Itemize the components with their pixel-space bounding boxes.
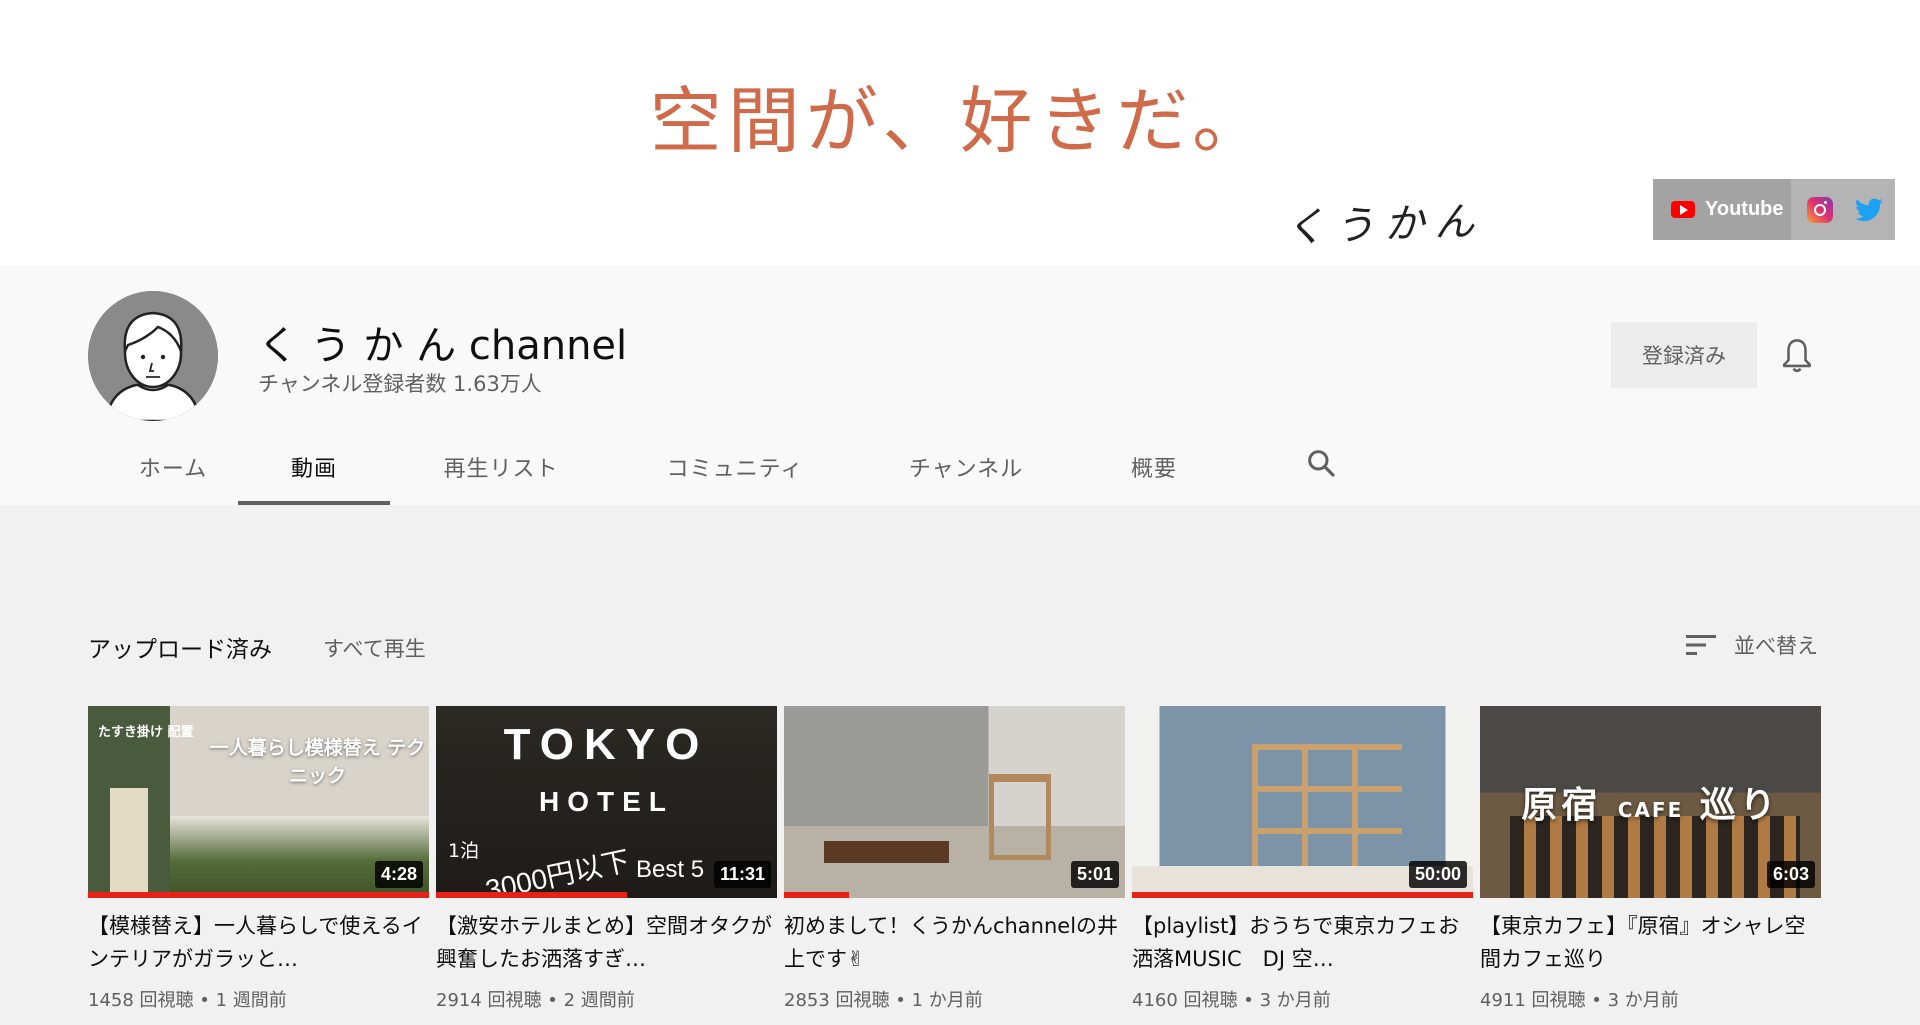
thumbnail-headline: 一人暮らし模様替え テクニック xyxy=(209,737,426,787)
thumbnail-night-label: 1泊 xyxy=(448,840,480,862)
video-thumbnail[interactable]: 50:00 xyxy=(1132,706,1473,898)
banner-title: 空間が、好きだ。 xyxy=(649,79,1271,163)
watch-progress xyxy=(88,892,429,898)
video-meta: 2914 回視聴 • 2 週間前 xyxy=(436,990,635,1011)
video-thumbnail[interactable]: TOKYO HOTEL 1泊 3000円以下 Best 5 11:31 xyxy=(436,706,777,898)
upload-age: 2 週間前 xyxy=(563,990,635,1011)
thumbnail-price: 3000円以下 xyxy=(482,845,633,898)
video-thumbnail[interactable]: 5:01 xyxy=(784,706,1125,898)
video-duration: 5:01 xyxy=(1070,861,1119,888)
thumbnail-badge: たすき掛け 配置 xyxy=(98,725,194,740)
sort-label: 並べ替え xyxy=(1734,634,1818,658)
tab-about[interactable]: 概要 xyxy=(1074,428,1234,505)
channel-name: く う か ん channel xyxy=(258,323,628,369)
video-title[interactable]: 初めまして！くうかんchannelの井上です✌ xyxy=(784,910,1125,976)
channel-header: く う か ん channel チャンネル登録者数 1.63万人 登録済み ホー… xyxy=(0,265,1920,505)
youtube-link-label: Youtube xyxy=(1705,198,1784,220)
video-title[interactable]: 【激安ホテルまとめ】空間オタクが興奮したお洒落すぎ… xyxy=(436,910,777,976)
watch-progress xyxy=(784,892,849,898)
video-card[interactable]: 5:01 初めまして！くうかんchannelの井上です✌ 2853 回視聴 • … xyxy=(784,706,1125,1012)
upload-age: 3 か月前 xyxy=(1259,990,1331,1011)
video-title[interactable]: 【playlist】おうちで東京カフェお洒落MUSIC DJ 空… xyxy=(1132,910,1473,976)
youtube-link[interactable]: Youtube xyxy=(1653,179,1791,240)
video-thumbnail[interactable]: たすき掛け 配置 一人暮らし模様替え テクニック 4:28 xyxy=(88,706,429,898)
video-meta: 4160 回視聴 • 3 か月前 xyxy=(1132,990,1331,1011)
view-count: 1458 回視聴 xyxy=(88,990,194,1011)
thumbnail-best: Best 5 xyxy=(636,856,705,883)
instagram-icon[interactable] xyxy=(1807,196,1833,223)
video-meta: 2853 回視聴 • 1 か月前 xyxy=(784,990,983,1011)
banner-signature: くうかん xyxy=(1284,198,1486,252)
video-thumbnail[interactable]: 原宿 CAFE 巡り 6:03 xyxy=(1480,706,1821,898)
view-count: 4911 回視聴 xyxy=(1480,990,1586,1011)
watch-progress xyxy=(1132,892,1473,898)
tab-channels[interactable]: チャンネル xyxy=(858,428,1074,505)
subscriber-count: チャンネル登録者数 1.63万人 xyxy=(258,372,542,396)
tab-home[interactable]: ホーム xyxy=(108,428,238,505)
video-meta: 4911 回視聴 • 3 か月前 xyxy=(1480,990,1679,1011)
subscribed-button[interactable]: 登録済み xyxy=(1611,322,1757,388)
video-duration: 4:28 xyxy=(374,861,423,888)
channel-tabs: ホーム 動画 再生リスト コミュニティ チャンネル 概要 xyxy=(108,428,1234,505)
avatar-illustration xyxy=(88,291,218,421)
video-card[interactable]: たすき掛け 配置 一人暮らし模様替え テクニック 4:28 【模様替え】一人暮ら… xyxy=(88,706,429,1012)
play-all-link[interactable]: すべて再生 xyxy=(323,633,426,663)
video-card[interactable]: TOKYO HOTEL 1泊 3000円以下 Best 5 11:31 【激安ホ… xyxy=(436,706,777,1012)
social-links: Youtube xyxy=(1653,179,1895,240)
video-card[interactable]: 50:00 【playlist】おうちで東京カフェお洒落MUSIC DJ 空… … xyxy=(1132,706,1473,1012)
sort-icon xyxy=(1686,635,1716,655)
tab-playlists[interactable]: 再生リスト xyxy=(390,428,612,505)
upload-age: 1 か月前 xyxy=(911,990,983,1011)
search-icon[interactable] xyxy=(1305,447,1337,479)
video-duration: 11:31 xyxy=(713,861,771,888)
upload-age: 1 週間前 xyxy=(215,990,287,1011)
tab-community[interactable]: コミュニティ xyxy=(612,428,858,505)
upload-age: 3 か月前 xyxy=(1607,990,1679,1011)
watch-progress xyxy=(436,892,627,898)
video-grid: たすき掛け 配置 一人暮らし模様替え テクニック 4:28 【模様替え】一人暮ら… xyxy=(88,706,1821,1012)
bell-icon[interactable] xyxy=(1780,337,1814,375)
view-count: 4160 回視聴 xyxy=(1132,990,1238,1011)
sort-button[interactable]: 並べ替え xyxy=(1686,630,1818,660)
video-title[interactable]: 【東京カフェ】『原宿』オシャレ空間カフェ巡り xyxy=(1480,910,1821,976)
tab-videos[interactable]: 動画 xyxy=(238,428,390,505)
view-count: 2914 回視聴 xyxy=(436,990,542,1011)
video-title[interactable]: 【模様替え】一人暮らしで使えるインテリアがガラッと… xyxy=(88,910,429,976)
uploads-title: アップロード済み xyxy=(88,637,272,663)
thumbnail-subheadline: HOTEL xyxy=(539,786,674,817)
video-card[interactable]: 原宿 CAFE 巡り 6:03 【東京カフェ】『原宿』オシャレ空間カフェ巡り 4… xyxy=(1480,706,1821,1012)
video-duration: 6:03 xyxy=(1766,861,1815,888)
video-duration: 50:00 xyxy=(1408,861,1467,888)
youtube-icon xyxy=(1671,201,1695,218)
video-meta: 1458 回視聴 • 1 週間前 xyxy=(88,990,287,1011)
thumbnail-headline: TOKYO xyxy=(503,720,710,769)
twitter-icon[interactable] xyxy=(1855,197,1883,222)
channel-banner: 空間が、好きだ。 くうかん Youtube xyxy=(0,0,1920,265)
avatar[interactable] xyxy=(88,291,218,421)
view-count: 2853 回視聴 xyxy=(784,990,890,1011)
thumbnail-headline: 原宿 CAFE 巡り xyxy=(1521,785,1780,826)
